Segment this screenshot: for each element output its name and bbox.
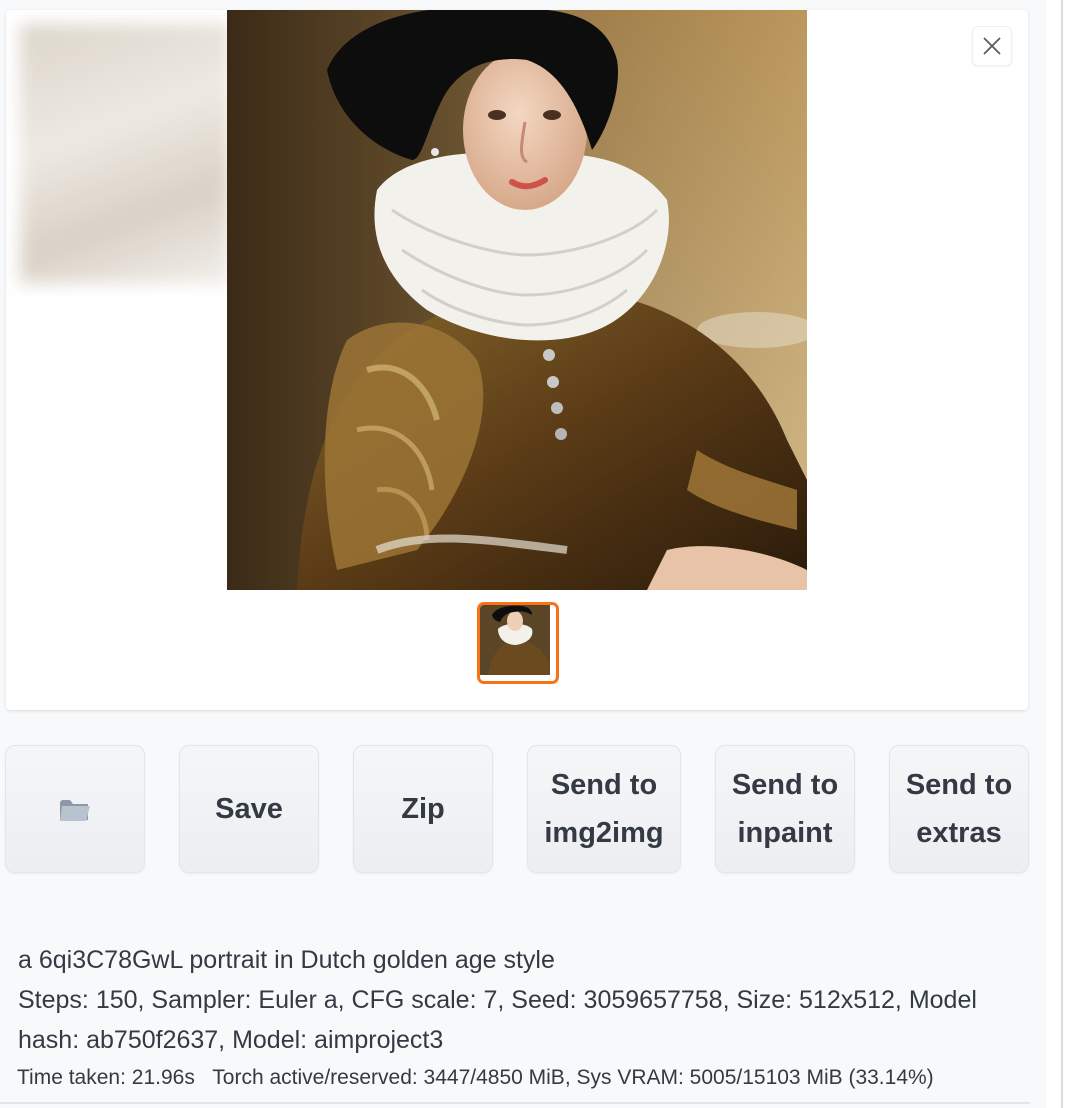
right-scrollbar-track — [1061, 0, 1063, 1108]
gallery-panel — [6, 10, 1028, 710]
send-to-inpaint-button[interactable]: Send to inpaint — [715, 745, 855, 873]
generated-portrait-image[interactable] — [227, 10, 807, 590]
send-to-extras-button[interactable]: Send to extras — [889, 745, 1029, 873]
save-button-label: Save — [215, 793, 283, 825]
memory-usage: Torch active/reserved: 3447/4850 MiB, Sy… — [212, 1066, 934, 1089]
right-edge — [1046, 0, 1066, 1108]
save-button[interactable]: Save — [179, 745, 319, 873]
prompt-text: a 6qi3C78GwL portrait in Dutch golden ag… — [18, 946, 555, 974]
performance-info: Time taken: 21.96s Torch active/reserved… — [17, 1066, 946, 1090]
generation-info: a 6qi3C78GwL portrait in Dutch golden ag… — [18, 940, 1028, 1060]
bottom-divider — [0, 1102, 1030, 1104]
send-to-img2img-button[interactable]: Send to img2img — [527, 745, 681, 873]
parameters-text: Steps: 150, Sampler: Euler a, CFG scale:… — [18, 986, 977, 1054]
open-folder-button[interactable] — [5, 745, 145, 873]
gallery-thumbnail[interactable] — [477, 602, 559, 684]
blurred-preview-background — [20, 24, 230, 284]
send-to-img2img-label: Send to img2img — [544, 769, 664, 849]
time-taken: Time taken: 21.96s — [17, 1066, 195, 1089]
zip-button[interactable]: Zip — [353, 745, 493, 873]
close-button[interactable] — [972, 26, 1012, 66]
send-to-extras-label: Send to extras — [905, 769, 1013, 849]
folder-icon — [60, 800, 90, 821]
close-icon — [983, 37, 1001, 55]
send-to-inpaint-label: Send to inpaint — [731, 769, 839, 849]
thumbnail-portrait — [480, 605, 550, 675]
zip-button-label: Zip — [401, 793, 445, 825]
